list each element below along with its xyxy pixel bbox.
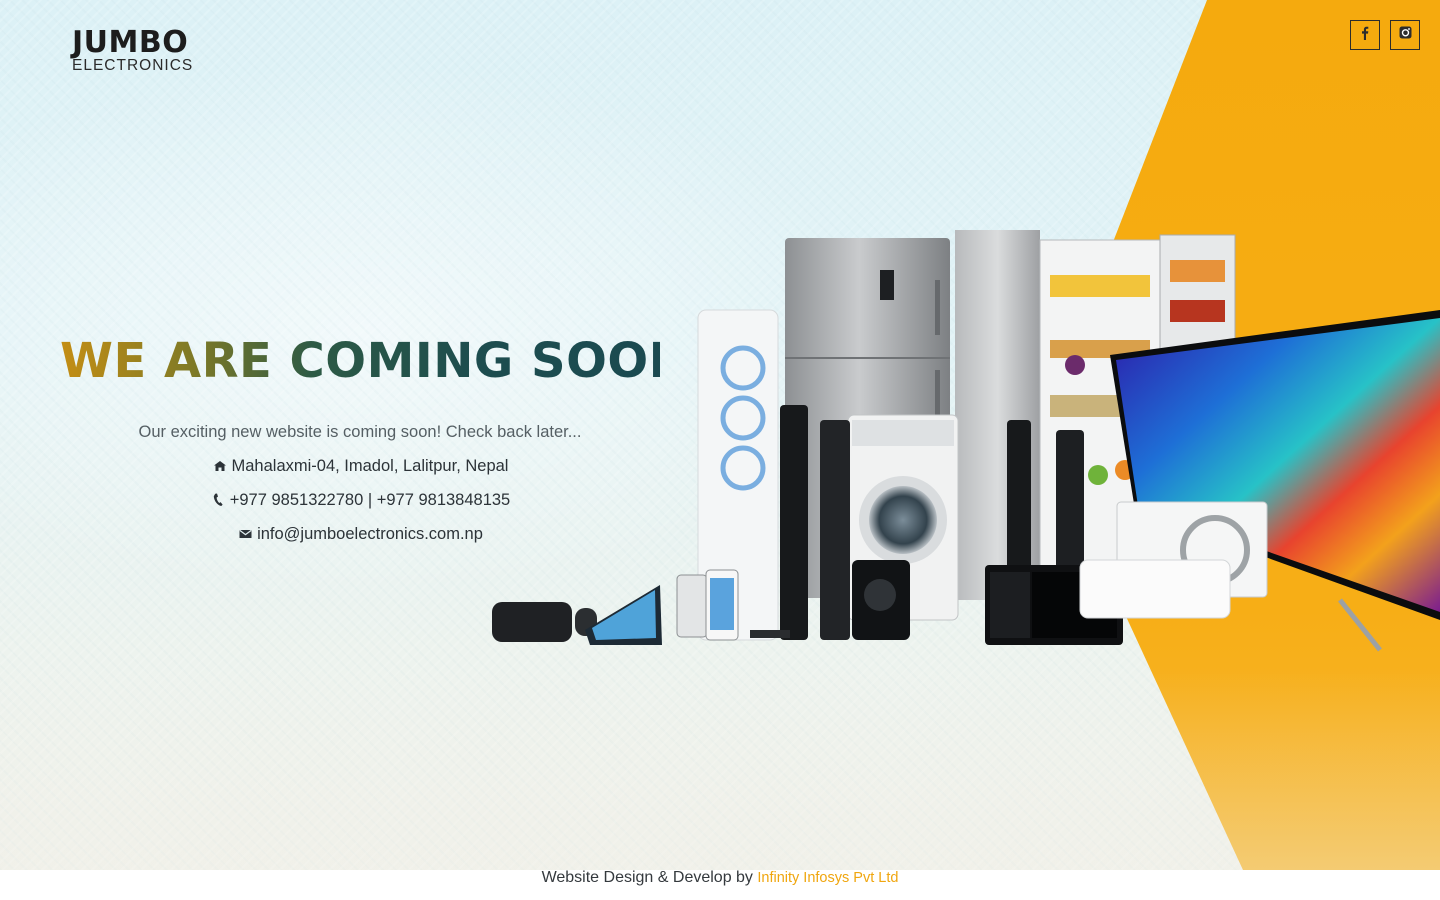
facebook-button[interactable] (1350, 20, 1380, 50)
footer-developer-link[interactable]: Infinity Infosys Pvt Ltd (757, 870, 898, 886)
brand-logo[interactable]: JUMBO ELECTRONICS (72, 28, 192, 74)
instagram-icon (1399, 26, 1412, 44)
logo-wordmark-bottom: ELECTRONICS (72, 57, 194, 74)
hero-background: JUMBO ELECTRONICS WE ARE COMING SOON Our… (0, 0, 1440, 870)
products-collage-image (492, 230, 1440, 652)
footer-credit-text: Website Design & Develop by (541, 869, 758, 886)
address-text: Mahalaxmi-04, Imadol, Lalitpur, Nepal (231, 457, 509, 475)
bottom-fade (0, 670, 1440, 870)
facebook-icon (1359, 26, 1371, 45)
phone-icon (210, 492, 226, 508)
envelope-icon (237, 526, 253, 542)
email-text[interactable]: info@jumboelectronics.com.np (257, 523, 483, 545)
instagram-button[interactable] (1390, 20, 1420, 50)
footer: Website Design & Develop by Infinity Inf… (0, 870, 1440, 900)
logo-wordmark-top: JUMBO (72, 25, 189, 60)
home-icon (212, 458, 228, 474)
phone-text[interactable]: +977 9851322780 | +977 9813848135 (230, 489, 510, 511)
